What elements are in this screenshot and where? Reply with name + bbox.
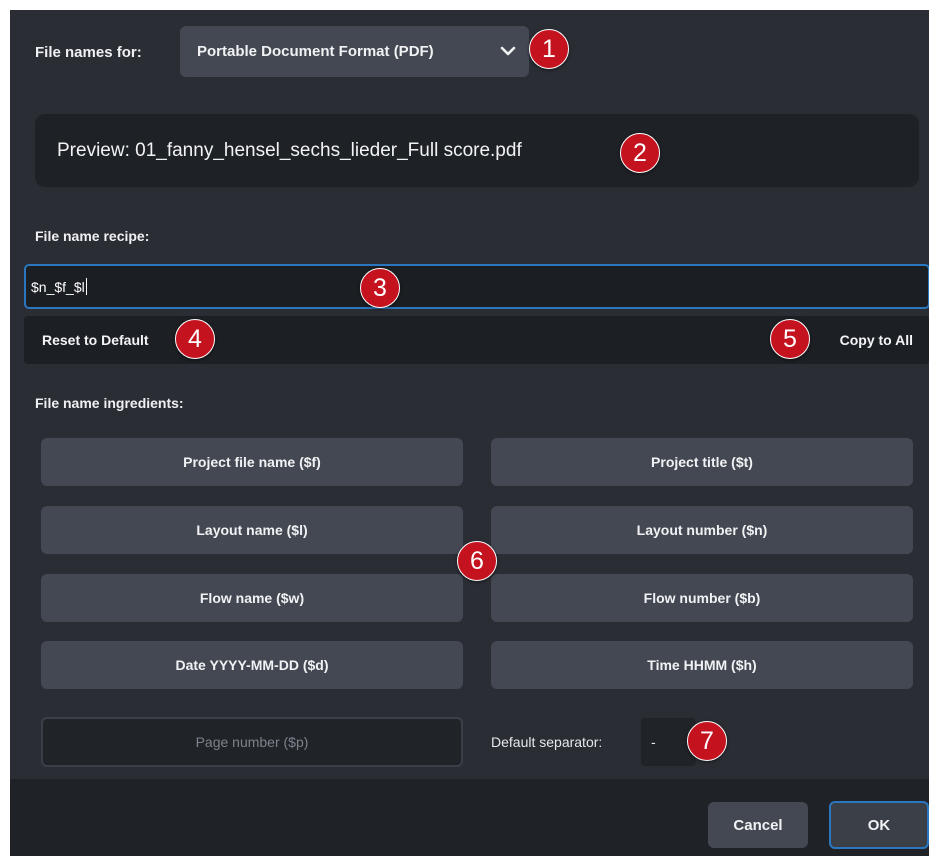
callout-badge-1: 1 xyxy=(529,29,569,69)
ingredient-date-button[interactable]: Date YYYY-MM-DD ($d) xyxy=(41,641,463,689)
copy-to-all-button[interactable]: Copy to All xyxy=(840,316,913,364)
callout-badge-5: 5 xyxy=(770,319,810,359)
file-format-selected: Portable Document Format (PDF) xyxy=(197,43,434,60)
cancel-button[interactable]: Cancel xyxy=(708,802,808,848)
ingredient-time-button[interactable]: Time HHMM ($h) xyxy=(491,641,913,689)
ingredient-flow-number-button[interactable]: Flow number ($b) xyxy=(491,574,913,622)
default-separator-label: Default separator: xyxy=(491,734,603,750)
ingredient-page-number-button[interactable]: Page number ($p) xyxy=(41,717,463,767)
ingredient-project-title-button[interactable]: Project title ($t) xyxy=(491,438,913,486)
file-name-recipe-input[interactable]: $n_$f_$l xyxy=(24,264,929,309)
ingredient-project-file-name-button[interactable]: Project file name ($f) xyxy=(41,438,463,486)
file-name-recipe-label: File name recipe: xyxy=(35,228,150,244)
callout-badge-7: 7 xyxy=(687,721,727,761)
file-name-ingredients-label: File name ingredients: xyxy=(35,395,184,411)
text-caret xyxy=(85,278,87,295)
separator-value: - xyxy=(651,734,656,750)
recipe-value: $n_$f_$l xyxy=(31,278,85,295)
ingredient-flow-name-button[interactable]: Flow name ($w) xyxy=(41,574,463,622)
filename-preview: Preview: 01_fanny_hensel_sechs_lieder_Fu… xyxy=(35,114,919,187)
reset-to-default-button[interactable]: Reset to Default xyxy=(42,316,149,364)
ingredient-layout-number-button[interactable]: Layout number ($n) xyxy=(491,506,913,554)
chevron-down-icon xyxy=(500,46,516,56)
ingredient-layout-name-button[interactable]: Layout name ($l) xyxy=(41,506,463,554)
preview-text: Preview: 01_fanny_hensel_sechs_lieder_Fu… xyxy=(57,139,522,161)
callout-badge-3: 3 xyxy=(360,268,400,308)
callout-badge-6: 6 xyxy=(457,541,497,581)
callout-badge-4: 4 xyxy=(175,319,215,359)
callout-badge-2: 2 xyxy=(620,133,660,173)
ok-button[interactable]: OK xyxy=(829,801,929,849)
file-format-dropdown[interactable]: Portable Document Format (PDF) xyxy=(180,26,529,77)
file-names-for-label: File names for: xyxy=(35,44,142,61)
